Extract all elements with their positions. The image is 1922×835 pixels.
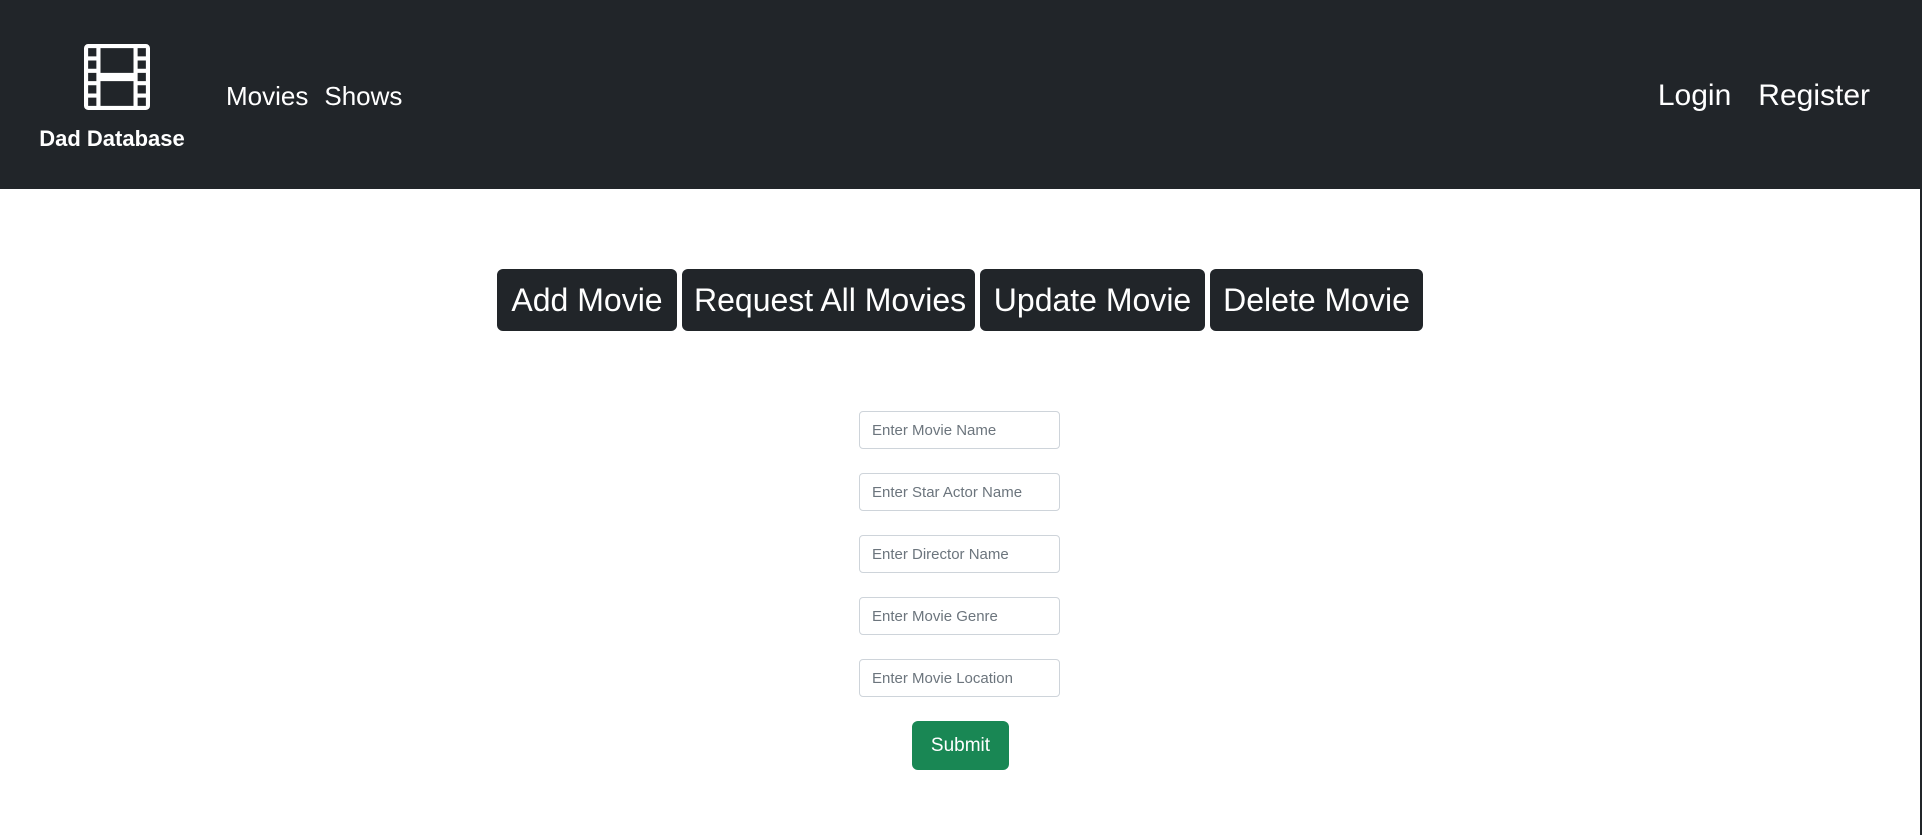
delete-movie-button[interactable]: Delete Movie xyxy=(1210,269,1423,331)
movie-location-input[interactable] xyxy=(859,659,1060,697)
movie-actions: Add Movie Request All Movies Update Movi… xyxy=(497,269,1423,331)
brand-link[interactable]: Dad Database xyxy=(30,44,194,156)
star-actor-name-input[interactable] xyxy=(859,473,1060,511)
nav-right-links: Login Register xyxy=(1658,76,1870,116)
nav-link-movies[interactable]: Movies xyxy=(226,81,308,112)
movie-name-input[interactable] xyxy=(859,411,1060,449)
nav-left-links: Movies Shows xyxy=(226,76,402,116)
nav-link-login[interactable]: Login xyxy=(1658,79,1731,113)
movie-genre-input[interactable] xyxy=(859,597,1060,635)
submit-button[interactable]: Submit xyxy=(912,721,1009,770)
update-movie-button[interactable]: Update Movie xyxy=(980,269,1205,331)
nav-link-register[interactable]: Register xyxy=(1758,79,1870,113)
movie-form: Submit xyxy=(859,411,1061,770)
add-movie-button[interactable]: Add Movie xyxy=(497,269,677,331)
request-all-movies-button[interactable]: Request All Movies xyxy=(682,269,975,331)
page: Dad Database Movies Shows Login Register… xyxy=(0,0,1922,835)
film-icon xyxy=(84,44,150,110)
nav-link-shows[interactable]: Shows xyxy=(324,81,402,112)
navbar: Dad Database Movies Shows Login Register xyxy=(0,0,1920,189)
brand-name: Dad Database xyxy=(39,126,185,151)
director-name-input[interactable] xyxy=(859,535,1060,573)
